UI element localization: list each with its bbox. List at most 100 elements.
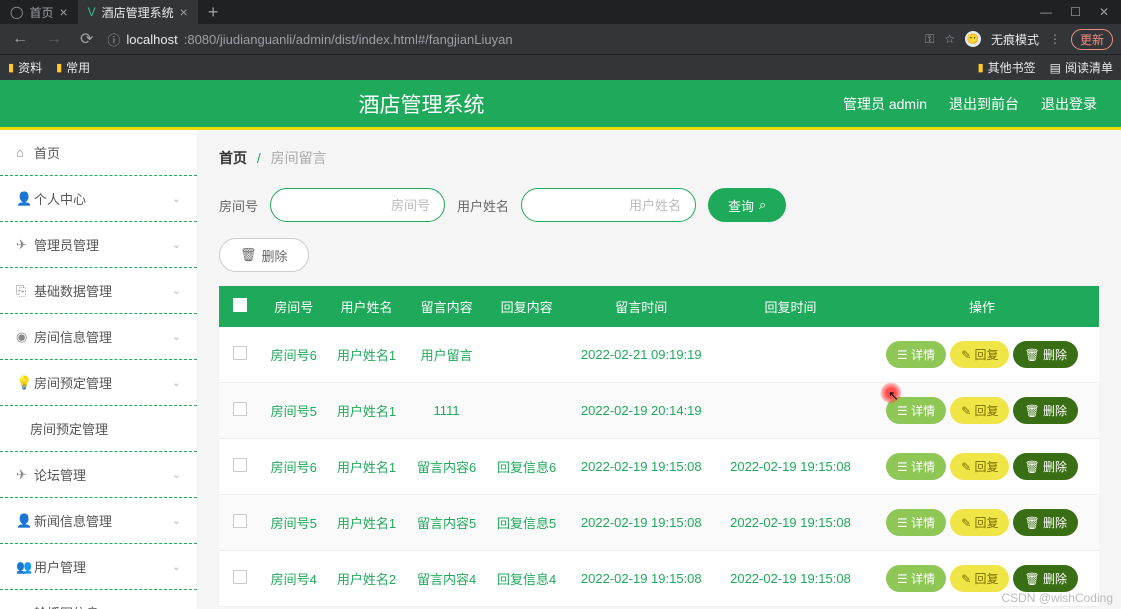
update-button[interactable]: 更新 [1071, 29, 1113, 50]
url-input[interactable]: ⓘ localhost:8080/jiudianguanli/admin/dis… [107, 30, 915, 49]
browser-addressbar: ← → ⟳ ⓘ localhost:8080/jiudianguanli/adm… [0, 24, 1121, 54]
menu-icon: 👥 [16, 559, 34, 575]
row-checkbox[interactable] [233, 402, 247, 416]
table-row: 房间号5用户姓名1留言内容5回复信息52022-02-19 19:15:0820… [219, 495, 1099, 551]
key-icon[interactable]: ⚿ [925, 32, 934, 47]
chevron-down-icon: ⌄ [172, 284, 181, 297]
bookmark-folder[interactable]: ▮常用 [56, 59, 90, 76]
sidebar-item[interactable]: 👤个人中心⌄ [0, 176, 197, 222]
cell-user: 用户姓名2 [326, 551, 406, 607]
cell-msgtime: 2022-02-21 09:19:19 [567, 327, 716, 383]
col-header: 留言内容 [407, 286, 487, 327]
menu-icon: ✈ [16, 467, 34, 483]
user-label: 用户姓名 [457, 196, 509, 215]
close-icon[interactable]: × [180, 4, 188, 20]
star-icon[interactable]: ☆ [944, 32, 955, 46]
breadcrumb-home[interactable]: 首页 [219, 150, 247, 166]
sidebar-item[interactable]: ⎘基础数据管理⌄ [0, 268, 197, 314]
url-host: localhost [126, 32, 177, 47]
cell-reply: 回复信息5 [487, 495, 567, 551]
sidebar-item[interactable]: ◉房间信息管理⌄ [0, 314, 197, 360]
cell-msg: 留言内容5 [407, 495, 487, 551]
sidebar-item[interactable]: ✈论坛管理⌄ [0, 452, 197, 498]
menu-icon: ⌂ [16, 145, 34, 160]
reply-button[interactable]: ✎ 回复 [950, 341, 1009, 368]
sidebar-item[interactable]: 💡房间预定管理⌄ [0, 360, 197, 406]
delete-button[interactable]: 🗑 删除 [219, 238, 309, 272]
reading-list[interactable]: ▤阅读清单 [1050, 59, 1113, 76]
sidebar-item[interactable]: 👤新闻信息管理⌄ [0, 498, 197, 544]
cell-msgtime: 2022-02-19 19:15:08 [567, 439, 716, 495]
new-tab-button[interactable]: + [198, 2, 229, 23]
cell-reply: 回复信息6 [487, 439, 567, 495]
detail-button[interactable]: ☰ 详情 [886, 565, 946, 592]
folder-icon: ▮ [8, 61, 14, 74]
window-min-icon[interactable]: — [1040, 5, 1052, 19]
reply-button[interactable]: ✎ 回复 [950, 453, 1009, 480]
reply-button[interactable]: ✎ 回复 [950, 565, 1009, 592]
cell-actions: ☰ 详情✎ 回复🗑 删除 [865, 327, 1099, 383]
cell-user: 用户姓名1 [326, 383, 406, 439]
room-label: 房间号 [219, 196, 258, 215]
sidebar-item[interactable]: 👥用户管理⌄ [0, 544, 197, 590]
menu-label: 新闻信息管理 [34, 511, 172, 530]
user-input[interactable] [521, 188, 696, 222]
window-max-icon[interactable]: ☐ [1070, 5, 1081, 19]
menu-label: 用户管理 [34, 557, 172, 576]
logout-front-link[interactable]: 退出到前台 [949, 94, 1019, 114]
bookmark-other[interactable]: ▮其他书签 [978, 59, 1036, 76]
room-input[interactable] [270, 188, 445, 222]
cell-room: 房间号4 [261, 551, 326, 607]
detail-button[interactable]: ☰ 详情 [886, 453, 946, 480]
app-header: 酒店管理系统 管理员 admin 退出到前台 退出登录 [0, 80, 1121, 130]
browser-tab[interactable]: ◯ 首页 × [0, 0, 78, 24]
row-delete-button[interactable]: 🗑 删除 [1013, 397, 1078, 424]
cell-actions: ☰ 详情✎ 回复🗑 删除 [865, 383, 1099, 439]
menu-label: 个人中心 [34, 189, 172, 208]
cell-reply [487, 383, 567, 439]
cell-room: 房间号5 [261, 495, 326, 551]
row-checkbox[interactable] [233, 346, 247, 360]
chevron-down-icon: ⌄ [172, 330, 181, 343]
admin-label[interactable]: 管理员 admin [843, 94, 927, 114]
back-icon[interactable]: ← [8, 30, 32, 48]
row-checkbox[interactable] [233, 458, 247, 472]
browser-tab-active[interactable]: V 酒店管理系统 × [78, 0, 198, 24]
cell-replytime [716, 327, 865, 383]
menu-label: 首页 [34, 143, 181, 162]
breadcrumb-current: 房间留言 [271, 150, 327, 166]
detail-button[interactable]: ☰ 详情 [886, 341, 946, 368]
menu-icon[interactable]: ⋮ [1049, 32, 1061, 46]
logout-link[interactable]: 退出登录 [1041, 94, 1097, 114]
row-checkbox[interactable] [233, 514, 247, 528]
sidebar-item[interactable]: ≡轮播图信息⌄ [0, 590, 197, 609]
table-row: 房间号5用户姓名111112022-02-19 20:14:19☰ 详情✎ 回复… [219, 383, 1099, 439]
row-delete-button[interactable]: 🗑 删除 [1013, 565, 1078, 592]
sidebar-item[interactable]: ✈管理员管理⌄ [0, 222, 197, 268]
search-bar: 房间号 用户姓名 查询 ⌕ [219, 188, 1099, 222]
row-delete-button[interactable]: 🗑 删除 [1013, 341, 1078, 368]
window-close-icon[interactable]: ✕ [1099, 5, 1109, 19]
row-delete-button[interactable]: 🗑 删除 [1013, 509, 1078, 536]
sidebar-item[interactable]: ⌂首页 [0, 130, 197, 176]
bookmarks-bar: ▮资料 ▮常用 ▮其他书签 ▤阅读清单 [0, 54, 1121, 80]
forward-icon[interactable]: → [42, 30, 66, 48]
globe-icon: ◯ [10, 5, 23, 19]
menu-icon: 👤 [16, 191, 34, 207]
reply-button[interactable]: ✎ 回复 [950, 397, 1009, 424]
menu-icon: ≡ [16, 605, 34, 609]
row-checkbox[interactable] [233, 570, 247, 584]
app-root: 酒店管理系统 管理员 admin 退出到前台 退出登录 ⌂首页👤个人中心⌄✈管理… [0, 80, 1121, 609]
detail-button[interactable]: ☰ 详情 [886, 509, 946, 536]
reload-icon[interactable]: ⟳ [76, 29, 97, 49]
detail-button[interactable]: ☰ 详情 [886, 397, 946, 424]
reply-button[interactable]: ✎ 回复 [950, 509, 1009, 536]
checkbox-all[interactable] [233, 298, 247, 312]
bookmark-folder[interactable]: ▮资料 [8, 59, 42, 76]
close-icon[interactable]: × [59, 4, 67, 20]
cell-room: 房间号6 [261, 327, 326, 383]
col-header: 回复内容 [487, 286, 567, 327]
row-delete-button[interactable]: 🗑 删除 [1013, 453, 1078, 480]
search-button[interactable]: 查询 ⌕ [708, 188, 786, 222]
sidebar-subitem[interactable]: 房间预定管理 [0, 406, 197, 452]
